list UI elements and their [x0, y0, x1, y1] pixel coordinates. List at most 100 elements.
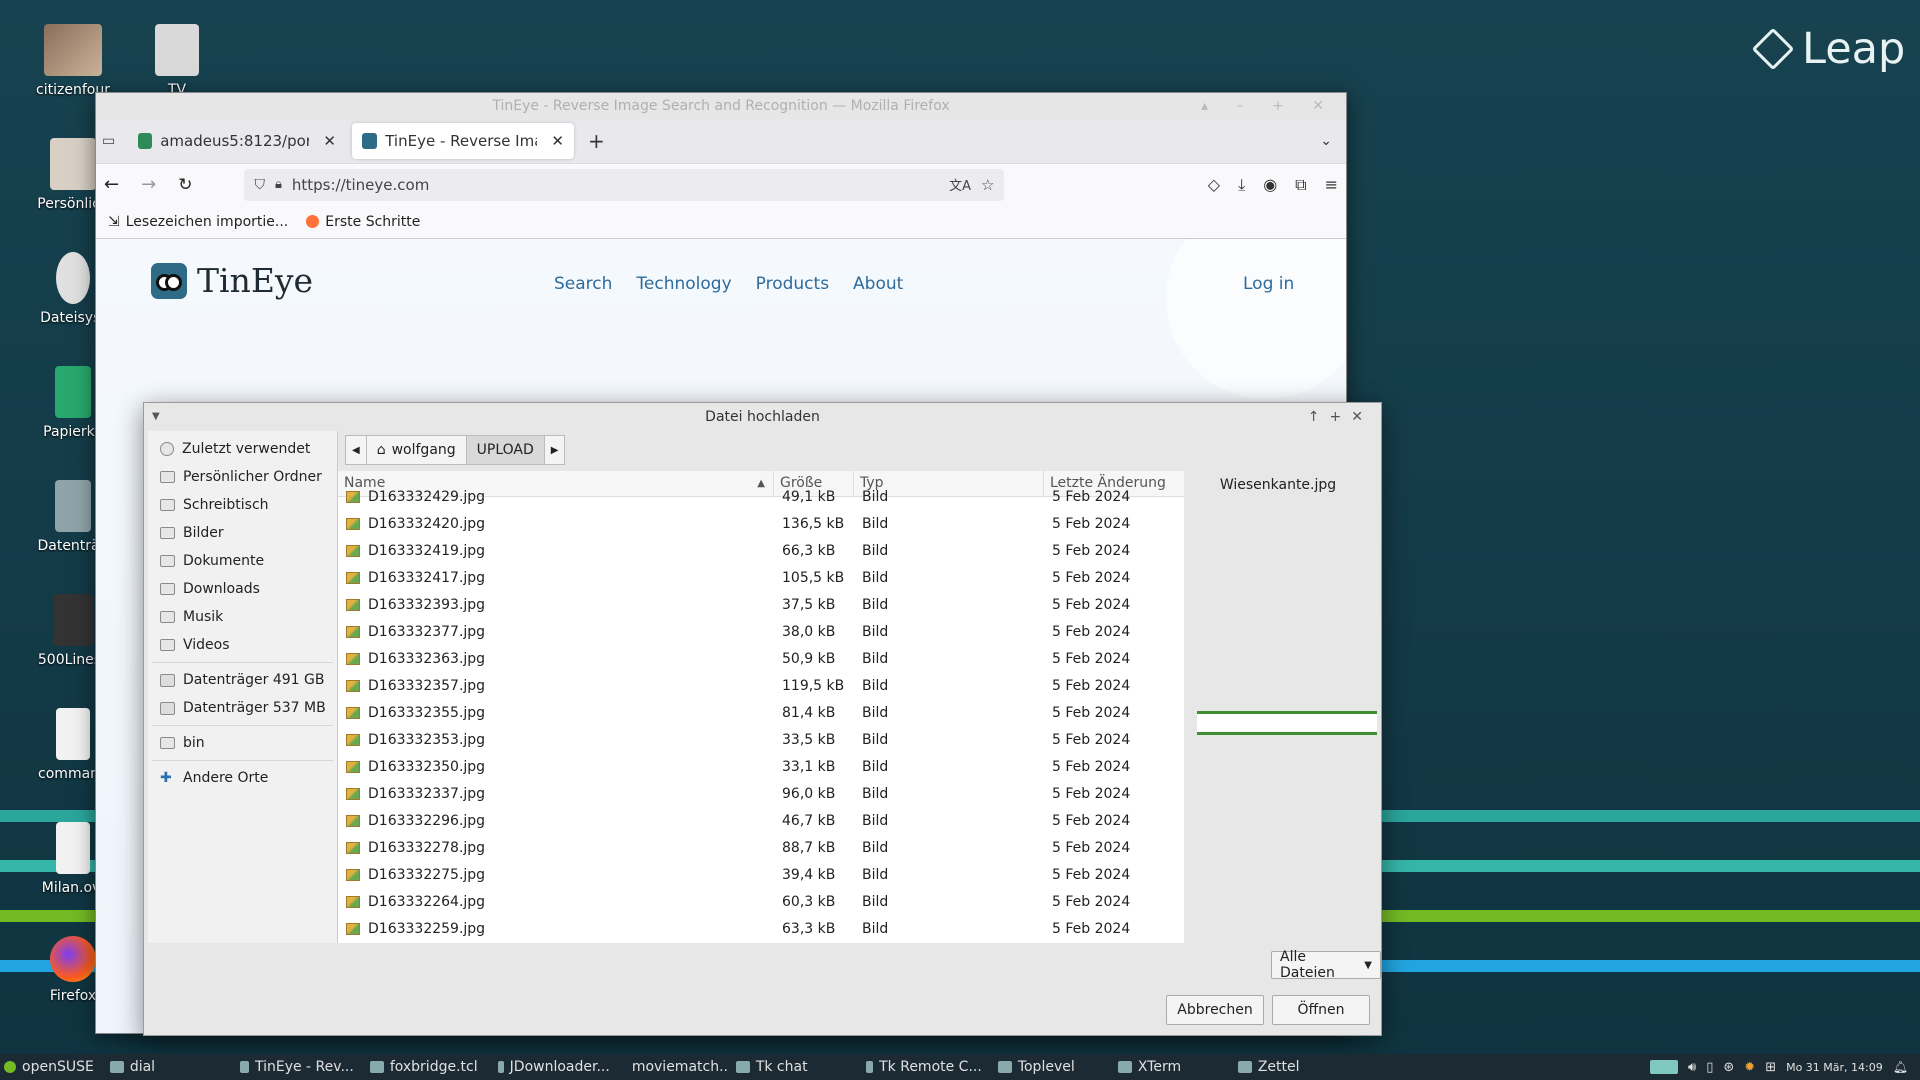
place-desktop[interactable]: Schreibtisch	[148, 491, 337, 519]
place-other-locations[interactable]: ✚ Andere Orte	[148, 764, 337, 792]
file-date-cell: 5 Feb 2024	[1052, 542, 1131, 559]
places-sidebar: Zuletzt verwendet Persönlicher Ordner Sc…	[148, 431, 338, 943]
tab-tineye[interactable]: TinEye - Reverse Image S ✕	[352, 123, 574, 159]
taskbar-item[interactable]: foxbridge.tcl	[362, 1054, 490, 1080]
file-name-cell: D163332377.jpg	[338, 624, 774, 640]
place-documents[interactable]: Dokumente	[148, 547, 337, 575]
file-row[interactable]: D163332420.jpg 136,5 kB Bild 5 Feb 2024	[338, 510, 1184, 537]
taskbar-item[interactable]: XTerm	[1110, 1054, 1230, 1080]
tab-list-chevron-icon[interactable]: ⌄	[1320, 133, 1332, 149]
volume-icon[interactable]: 🔊︎	[1688, 1060, 1696, 1075]
path-back-icon[interactable]: ◀	[345, 435, 367, 465]
place-pictures[interactable]: Bilder	[148, 519, 337, 547]
place-recent[interactable]: Zuletzt verwendet	[148, 435, 337, 463]
nav-products[interactable]: Products	[756, 274, 829, 294]
place-home[interactable]: Persönlicher Ordner	[148, 463, 337, 491]
lan-icon[interactable]: ⊞	[1765, 1060, 1776, 1075]
file-row[interactable]: D163332259.jpg 63,3 kB Bild 5 Feb 2024	[338, 915, 1184, 942]
place-videos[interactable]: Videos	[148, 631, 337, 659]
login-link[interactable]: Log in	[1243, 274, 1294, 294]
file-row[interactable]: D163332264.jpg 60,3 kB Bild 5 Feb 2024	[338, 888, 1184, 915]
lock-icon: 🔒︎	[274, 177, 282, 192]
file-row[interactable]: D163332393.jpg 37,5 kB Bild 5 Feb 2024	[338, 591, 1184, 618]
file-row[interactable]: D163332296.jpg 46,7 kB Bild 5 Feb 2024	[338, 807, 1184, 834]
battery-icon[interactable]: ▯	[1706, 1060, 1713, 1075]
column-size[interactable]: Größe	[774, 471, 854, 496]
file-row[interactable]: D163332363.jpg 50,9 kB Bild 5 Feb 2024	[338, 645, 1184, 672]
path-upload[interactable]: UPLOAD	[465, 435, 545, 465]
file-row[interactable]: D163332337.jpg 96,0 kB Bild 5 Feb 2024	[338, 780, 1184, 807]
column-modified[interactable]: Letzte Änderung	[1044, 471, 1184, 496]
file-row[interactable]: D163332419.jpg 66,3 kB Bild 5 Feb 2024	[338, 537, 1184, 564]
reload-icon[interactable]: ↻	[178, 175, 192, 195]
nav-technology[interactable]: Technology	[636, 274, 731, 294]
close-tab-icon[interactable]: ✕	[323, 132, 336, 150]
open-button[interactable]: Öffnen	[1272, 995, 1370, 1025]
app-icon	[239, 1061, 249, 1073]
file-row[interactable]: D163332355.jpg 81,4 kB Bild 5 Feb 2024	[338, 699, 1184, 726]
close-tab-icon[interactable]: ✕	[551, 132, 564, 150]
file-row[interactable]: D163332278.jpg 88,7 kB Bild 5 Feb 2024	[338, 834, 1184, 861]
bookmark-getting-started[interactable]: Erste Schritte	[306, 214, 420, 230]
translate-icon[interactable]: 文A	[949, 175, 971, 194]
taskbar-item[interactable]: Toplevel	[990, 1054, 1110, 1080]
taskbar-item[interactable]: Tk chat	[728, 1054, 858, 1080]
download-icon[interactable]: ⤓	[1238, 175, 1245, 195]
tab-overview-icon[interactable]: ▭	[102, 133, 128, 149]
file-filter-dropdown[interactable]: Alle Dateien ▼	[1271, 949, 1381, 981]
desktop-icon-citizenfour[interactable]: citizenfour	[18, 24, 128, 98]
taskbar-item[interactable]: TinEye - Rev...	[232, 1054, 362, 1080]
cancel-button[interactable]: Abbrechen	[1166, 995, 1264, 1025]
image-file-icon	[346, 760, 360, 773]
file-row[interactable]: D163332275.jpg 39,4 kB Bild 5 Feb 2024	[338, 861, 1184, 888]
shield-icon[interactable]: ⛉	[254, 177, 265, 193]
extensions-icon[interactable]: ⧉	[1295, 175, 1306, 195]
place-drive-491[interactable]: Datenträger 491 GB	[148, 666, 337, 694]
path-forward-icon[interactable]: ▶	[543, 435, 566, 465]
dialog-window-controls[interactable]: ↑+✕	[1308, 403, 1373, 431]
workspace-icon[interactable]	[1650, 1060, 1679, 1074]
nav-search[interactable]: Search	[554, 274, 612, 294]
bookmark-star-icon[interactable]: ☆	[981, 176, 994, 194]
back-icon[interactable]: ←	[104, 174, 119, 195]
taskbar-item[interactable]: JDownloader...	[490, 1054, 618, 1080]
desktop-icon-tv[interactable]: TV	[122, 24, 232, 98]
pocket-icon[interactable]: ◇	[1208, 175, 1220, 195]
place-drive-537[interactable]: Datenträger 537 MB	[148, 694, 337, 722]
network-icon[interactable]: ⊛	[1723, 1060, 1734, 1075]
file-row[interactable]: D163332377.jpg 38,0 kB Bild 5 Feb 2024	[338, 618, 1184, 645]
start-menu-button[interactable]: openSUSE	[0, 1054, 102, 1080]
column-name[interactable]: Name ▲	[338, 471, 774, 496]
file-size-cell: 46,7 kB	[782, 812, 836, 829]
new-tab-icon[interactable]: +	[588, 129, 605, 153]
account-icon[interactable]: ◉	[1263, 175, 1277, 195]
nav-about[interactable]: About	[853, 274, 903, 294]
place-downloads[interactable]: Downloads	[148, 575, 337, 603]
taskbar-item[interactable]: Zettel	[1230, 1054, 1350, 1080]
file-row[interactable]: D163332417.jpg 105,5 kB Bild 5 Feb 2024	[338, 564, 1184, 591]
taskbar-item[interactable]: Tk Remote C...	[858, 1054, 990, 1080]
url-text[interactable]: https://tineye.com	[292, 176, 939, 194]
forward-icon[interactable]: →	[141, 174, 156, 195]
url-bar[interactable]: ⛉ 🔒︎ https://tineye.com 文A ☆	[244, 168, 1005, 201]
place-music[interactable]: Musik	[148, 603, 337, 631]
file-list: Name ▲ Größe Typ Letzte Änderung D1633324…	[338, 471, 1184, 943]
column-type[interactable]: Typ	[854, 471, 1044, 496]
window-controls[interactable]: ▴ – + ✕	[1201, 93, 1336, 119]
place-bin[interactable]: bin	[148, 729, 337, 757]
update-icon[interactable]: ✹	[1744, 1060, 1755, 1075]
tineye-logo[interactable]: TinEye	[151, 261, 313, 300]
taskbar-item[interactable]: moviematch....	[618, 1054, 728, 1080]
file-name-cell: D163332420.jpg	[338, 516, 774, 532]
file-row[interactable]: D163332357.jpg 119,5 kB Bild 5 Feb 2024	[338, 672, 1184, 699]
menu-icon[interactable]: ≡	[1325, 175, 1338, 195]
taskbar-item[interactable]: dial	[102, 1054, 232, 1080]
file-row[interactable]: D163332353.jpg 33,5 kB Bild 5 Feb 2024	[338, 726, 1184, 753]
clock[interactable]: Mo 31 Mär, 14:09	[1786, 1061, 1883, 1074]
notification-bell-icon[interactable]: 🔔︎	[1893, 1060, 1908, 1074]
file-row[interactable]: D163332350.jpg 33,1 kB Bild 5 Feb 2024	[338, 753, 1184, 780]
tab-amadeus[interactable]: amadeus5:8123/portfoli ✕	[128, 123, 346, 159]
path-home[interactable]: ⌂ wolfgang	[365, 435, 467, 465]
window-menu-icon[interactable]: ▼	[152, 403, 160, 431]
bookmark-import[interactable]: ⇲ Lesezeichen importie...	[108, 214, 288, 230]
